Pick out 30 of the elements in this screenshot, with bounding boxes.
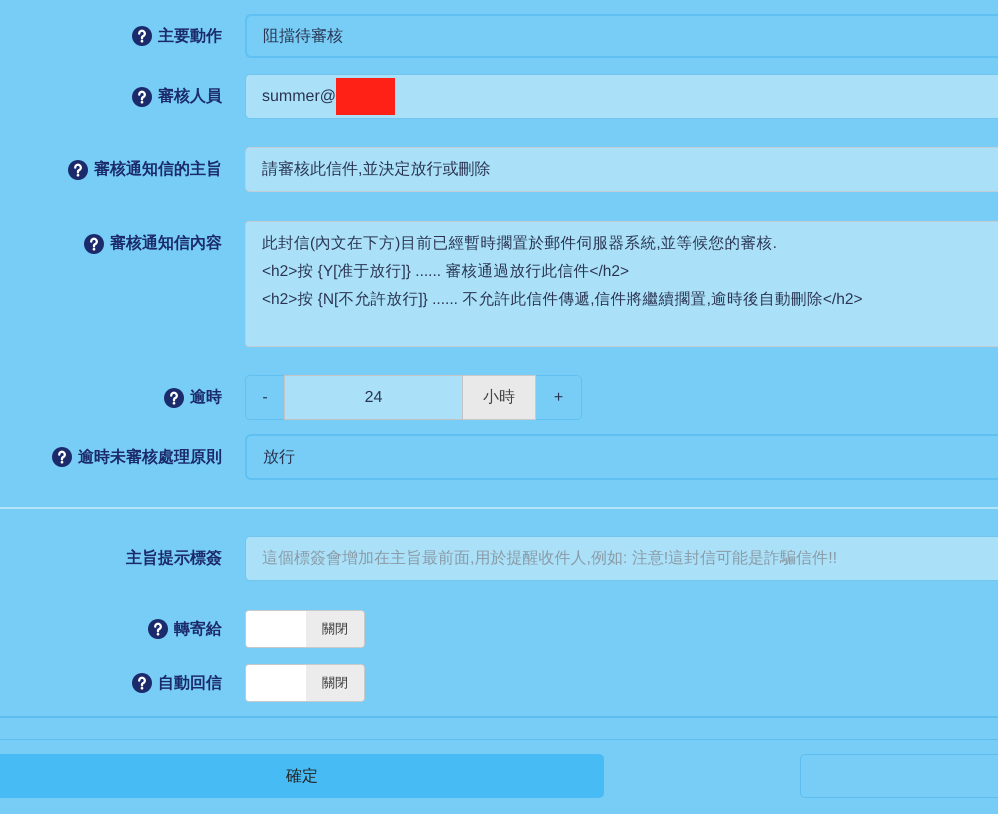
help-icon[interactable]: [132, 26, 152, 46]
number-field[interactable]: 24: [284, 375, 463, 420]
input-field[interactable]: summer@: [245, 74, 998, 119]
field-label: 逾時: [190, 388, 222, 408]
help-icon[interactable]: [132, 673, 152, 693]
help-icon[interactable]: [132, 86, 152, 106]
help-icon[interactable]: [84, 234, 104, 254]
minus-button[interactable]: -: [245, 375, 284, 420]
input-field[interactable]: 請審核此信件,並決定放行或刪除: [245, 147, 998, 192]
field-label: 審核人員: [158, 86, 222, 107]
help-icon[interactable]: [148, 619, 168, 639]
field-label: 自動回信: [158, 674, 222, 694]
field-label: 審核通知信內容: [110, 233, 222, 254]
plus-button[interactable]: +: [536, 375, 582, 420]
field-label: 逾時未審核處理原則: [78, 447, 222, 468]
help-icon[interactable]: [164, 388, 184, 408]
select-field[interactable]: 阻擋待審核: [245, 14, 998, 58]
textarea-field[interactable]: 此封信(內文在下方)目前已經暫時擱置於郵件伺服器系統,並等候您的審核. <h2>按 {Y[准于放行]} ...... 審核通過放行此信件</h2> <h2>按 {N[不允許放行]} ...... 不允許此信件傳遞,信件將繼續擱置,逾時後自動刪除</h2>: [245, 221, 998, 347]
toggle-switch[interactable]: 關閉: [245, 610, 365, 648]
field-label: 主要動作: [158, 26, 222, 46]
unit-label: 小時: [463, 375, 536, 420]
input-field[interactable]: 這個標簽會增加在主旨最前面,用於提醒收件人,例如: 注意!這封信可能是詐騙信件!!: [245, 536, 998, 581]
confirm-button[interactable]: 確定: [0, 754, 604, 798]
field-label: 審核通知信的主旨: [94, 159, 222, 180]
help-icon[interactable]: [68, 160, 88, 180]
select-field[interactable]: 放行: [245, 434, 998, 480]
field-label: 主旨提示標簽: [126, 548, 222, 569]
help-icon[interactable]: [52, 447, 72, 467]
toggle-switch[interactable]: 關閉: [245, 664, 365, 702]
field-label: 轉寄給: [174, 619, 222, 640]
